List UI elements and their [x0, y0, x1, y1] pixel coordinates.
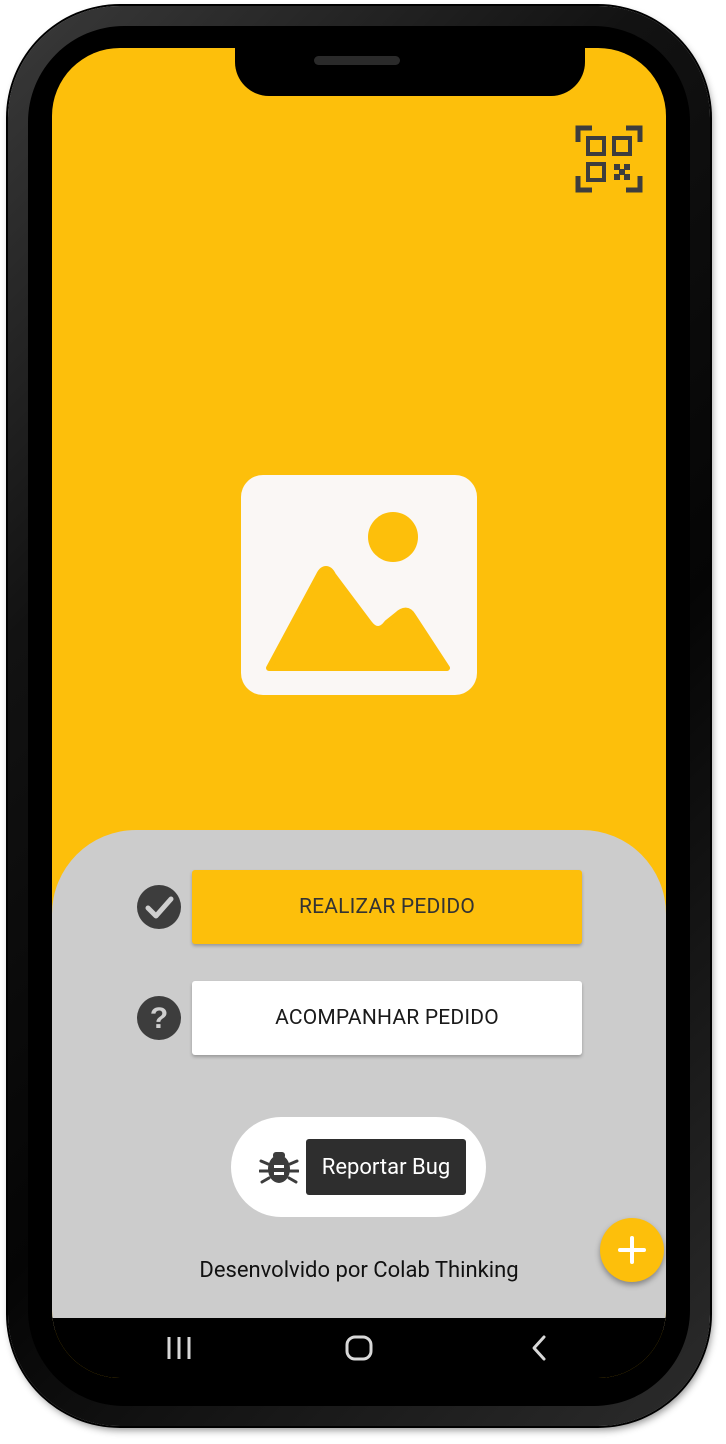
back-button[interactable] [499, 1318, 579, 1378]
image-placeholder-icon [241, 475, 477, 695]
plus-icon [618, 1236, 646, 1264]
svg-text:?: ? [150, 1002, 168, 1035]
recent-apps-button[interactable] [139, 1318, 219, 1378]
camera-notch [235, 48, 585, 96]
place-order-button[interactable]: REALIZAR PEDIDO [192, 870, 582, 944]
back-icon [532, 1335, 546, 1361]
system-nav-bar [52, 1318, 666, 1378]
earpiece-speaker [314, 56, 400, 65]
developer-credit: Desenvolvido por Colab Thinking [199, 1258, 519, 1283]
home-button[interactable] [319, 1318, 399, 1378]
track-order-button[interactable]: ACOMPANHAR PEDIDO [192, 981, 582, 1055]
hero-image [241, 475, 477, 695]
app-screen: REALIZAR PEDIDO ? ACOMPANHAR PEDIDO Repo… [52, 48, 666, 1378]
report-bug-label: Reportar Bug [306, 1139, 466, 1195]
qr-code-scan-icon [575, 125, 643, 193]
recent-apps-icon [167, 1337, 191, 1359]
home-icon [345, 1335, 373, 1361]
report-bug-button[interactable]: Reportar Bug [231, 1117, 486, 1217]
qr-scan-button[interactable] [574, 124, 644, 194]
check-circle-icon [136, 884, 182, 930]
help-circle-icon: ? [136, 995, 182, 1041]
add-fab-button[interactable] [600, 1218, 664, 1282]
bug-icon [258, 1147, 300, 1187]
